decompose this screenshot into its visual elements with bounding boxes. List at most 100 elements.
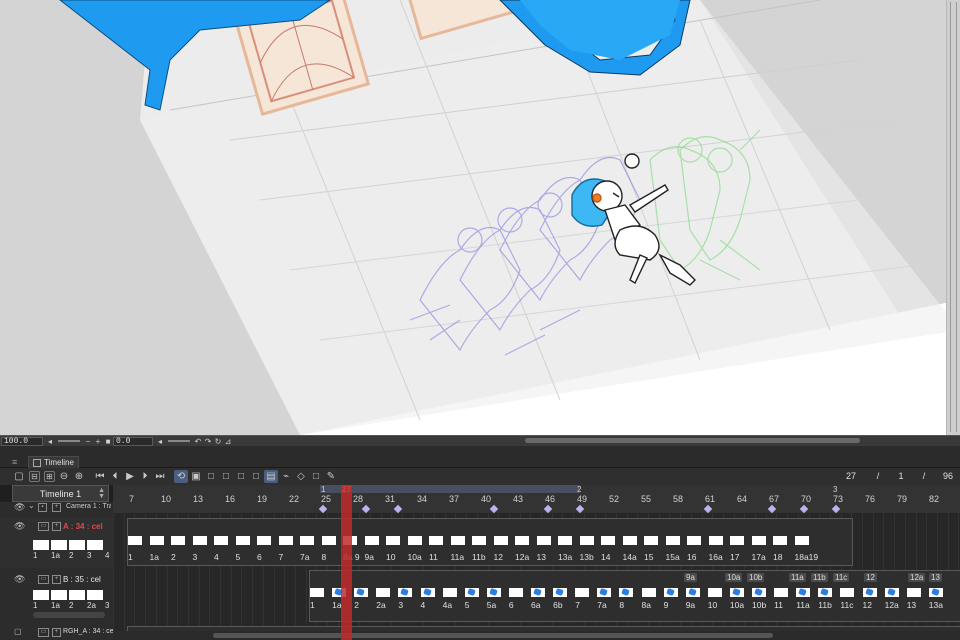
camera-keyframe[interactable] <box>393 504 403 514</box>
cel-thumbnail[interactable] <box>493 536 508 545</box>
cel-thumbnail[interactable] <box>386 536 400 545</box>
cel-thumbnail[interactable] <box>257 536 271 545</box>
current-frame-value[interactable]: 27 <box>840 471 862 481</box>
cel-tag[interactable]: 10b <box>747 573 765 582</box>
canvas-horizontal-scrollbar[interactable] <box>525 438 860 443</box>
cel-thumbnail[interactable] <box>665 536 680 545</box>
add-folder-icon[interactable]: + <box>52 628 61 637</box>
drawing-canvas[interactable] <box>0 0 960 435</box>
keyframe-edit-icon[interactable]: □ <box>309 470 323 483</box>
cel-thumbnail[interactable] <box>579 536 594 545</box>
cel-thumbnail[interactable] <box>407 536 422 545</box>
cel-tag[interactable]: 13 <box>929 573 942 582</box>
canvas-vertical-scrollbar[interactable] <box>946 0 960 435</box>
timeline-settings-icon[interactable]: ⊟ <box>29 471 40 482</box>
end-frame-value[interactable]: 96 <box>940 471 956 481</box>
cel-thumbnail[interactable] <box>619 588 634 597</box>
cel-thumbnail[interactable] <box>321 536 336 545</box>
rotate-cw-icon[interactable]: ↷ <box>203 437 213 446</box>
cel-thumbnail[interactable] <box>708 536 723 545</box>
keyframe-icon[interactable]: ⌁ <box>279 470 293 483</box>
lock-box-icon[interactable]: ▪ <box>38 503 47 512</box>
edit-timeline-icon[interactable]: ⊞ <box>44 471 55 482</box>
scroll-thumb[interactable] <box>213 633 773 638</box>
zoom-field[interactable]: 100.0 <box>1 436 43 446</box>
cel-thumbnail[interactable] <box>508 588 523 597</box>
cel-thumbnail[interactable] <box>300 536 314 545</box>
visibility-eye-icon[interactable]: 👁 <box>14 521 25 532</box>
zoom-plus-button[interactable]: + <box>93 437 103 446</box>
cel-thumbnail[interactable] <box>398 588 413 597</box>
cel-thumbnail[interactable] <box>840 588 855 597</box>
add-folder-icon[interactable]: + <box>52 575 61 584</box>
play-icon[interactable]: ▶ <box>123 470 137 483</box>
add-folder-icon[interactable]: + <box>52 522 61 531</box>
camera-keyframe[interactable] <box>799 504 809 514</box>
cel-tag[interactable]: 10a <box>725 573 743 582</box>
playhead[interactable] <box>341 485 352 640</box>
cel-thumbnail[interactable] <box>536 536 551 545</box>
lane-b[interactable]: 1 1a 2 2a 3 4 4a 5 5a 6 6a 6b 7 7a 8 8a 9 9a 10 10a 10b 11 11a… <box>113 570 960 622</box>
reset-rotation-icon[interactable]: ↻ <box>213 437 223 446</box>
cel-thumbnail[interactable] <box>515 536 529 545</box>
next-frame-icon[interactable]: ⏵ <box>138 470 152 483</box>
cel-thumbnail[interactable] <box>906 588 921 597</box>
start-frame-value[interactable]: 1 <box>894 471 908 481</box>
cel-spec-icon[interactable]: □ <box>249 470 263 483</box>
track-rgh-a[interactable]: ▢ ▭ + RGH_A : 34 : cel <box>0 626 113 640</box>
new-timeline-icon[interactable]: ▢ <box>12 470 26 483</box>
tab-timeline[interactable]: Timeline <box>28 456 79 468</box>
cel-thumbnail[interactable] <box>663 588 678 597</box>
cel-thumbnail[interactable] <box>752 588 766 597</box>
cel-thumbnail[interactable] <box>354 588 369 597</box>
new-cel-icon[interactable]: □ <box>204 470 218 483</box>
timeline-horizontal-scrollbar[interactable] <box>113 631 960 640</box>
cel-thumbnail[interactable] <box>601 536 615 545</box>
zoom-out-icon[interactable]: ⊖ <box>57 470 71 483</box>
cel-thumbnail[interactable] <box>597 588 612 597</box>
keyframe-toggle-icon[interactable]: ◇ <box>294 470 308 483</box>
lane-a[interactable]: 11a2345677a88a 99a1010a1111a11b1212a1313… <box>113 513 960 568</box>
track-mini-scrollbar[interactable] <box>33 612 105 618</box>
first-frame-icon[interactable]: ⏮ <box>93 470 107 483</box>
cel-thumbnail[interactable] <box>794 536 809 545</box>
cel-thumbnail[interactable] <box>128 536 142 545</box>
scroll-thumb[interactable] <box>950 2 957 432</box>
timeline-selector[interactable]: Timeline 1 ▲ ▼ <box>12 485 109 502</box>
cel-thumbnail[interactable] <box>884 588 899 597</box>
cel-thumbnail[interactable] <box>472 536 486 545</box>
cel-tag[interactable]: 11b <box>811 573 828 582</box>
timeline-tracks[interactable]: 11a2345677a88a 99a1010a1111a11b1212a1313… <box>113 513 960 640</box>
frame-ruler[interactable]: 27 7101316192225283134374043464952555861… <box>113 485 960 640</box>
cel-tag[interactable]: 11a <box>789 573 806 582</box>
track-camera[interactable]: 👁 ⌄ ▪ + Camera 1 : Tra <box>0 501 113 513</box>
cel-thumbnail[interactable] <box>278 536 293 545</box>
camera-keyframe[interactable] <box>318 504 328 514</box>
cel-thumbnail[interactable] <box>464 588 479 597</box>
camera-keyframe[interactable] <box>831 504 841 514</box>
visibility-eye-icon[interactable]: ▢ <box>14 627 22 636</box>
panel-menu-icon[interactable]: ≡ <box>12 457 17 467</box>
cel-thumbnail[interactable] <box>531 588 545 597</box>
visibility-eye-icon[interactable]: 👁 <box>14 502 25 513</box>
cel-thumbnail[interactable] <box>796 588 811 597</box>
cel-thumbnail[interactable] <box>558 536 572 545</box>
cel-thumbnail[interactable] <box>622 536 637 545</box>
rotate-ccw-icon[interactable]: ↶ <box>193 437 203 446</box>
zoom-slider[interactable] <box>58 440 80 442</box>
cel-tag[interactable]: 9a <box>684 573 697 582</box>
prev-frame-icon[interactable]: ⏴ <box>108 470 122 483</box>
camera-keyframe[interactable] <box>703 504 713 514</box>
cel-thumbnail[interactable] <box>149 536 164 545</box>
cel-thumbnail[interactable] <box>730 536 744 545</box>
cel-thumbnail[interactable] <box>751 536 766 545</box>
cel-thumbnail[interactable] <box>774 588 789 597</box>
cel-thumbnail[interactable] <box>364 536 379 545</box>
cel-thumbnail[interactable] <box>685 588 700 597</box>
pencil-icon[interactable]: ✎ <box>324 470 338 483</box>
last-frame-icon[interactable]: ⏭ <box>153 470 167 483</box>
cel-thumbnail[interactable] <box>310 588 324 597</box>
cel-thumbnail[interactable] <box>442 588 457 597</box>
zoom-in-icon[interactable]: ⊕ <box>72 470 86 483</box>
zoom-minus-button[interactable]: − <box>83 437 93 446</box>
